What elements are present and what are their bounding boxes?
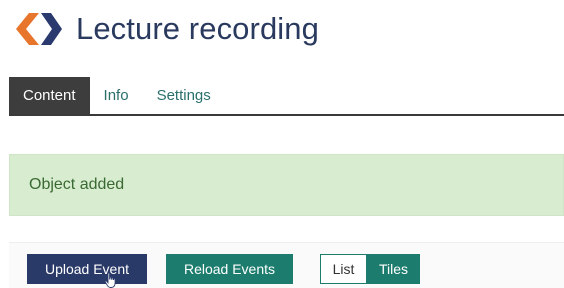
success-alert: Object added	[9, 154, 564, 216]
alert-message: Object added	[29, 176, 125, 193]
event-toolbar: Upload Event Reload Events List Tiles	[9, 242, 564, 288]
reload-events-button[interactable]: Reload Events	[166, 254, 293, 284]
view-mode-toggle: List Tiles	[320, 254, 420, 284]
page-header: Lecture recording	[12, 10, 319, 48]
hand-pointer-icon	[104, 272, 116, 288]
tab-info[interactable]: Info	[90, 77, 143, 114]
ilias-chevron-logo-icon	[16, 13, 62, 45]
page: Lecture recording Content Info Settings …	[0, 0, 564, 288]
tab-settings[interactable]: Settings	[143, 77, 225, 114]
view-list-button[interactable]: List	[320, 254, 367, 284]
tab-bar: Content Info Settings	[9, 77, 564, 116]
page-title: Lecture recording	[76, 11, 319, 46]
upload-event-button[interactable]: Upload Event	[27, 254, 147, 284]
view-tiles-button[interactable]: Tiles	[367, 254, 420, 284]
tab-content[interactable]: Content	[9, 77, 90, 114]
